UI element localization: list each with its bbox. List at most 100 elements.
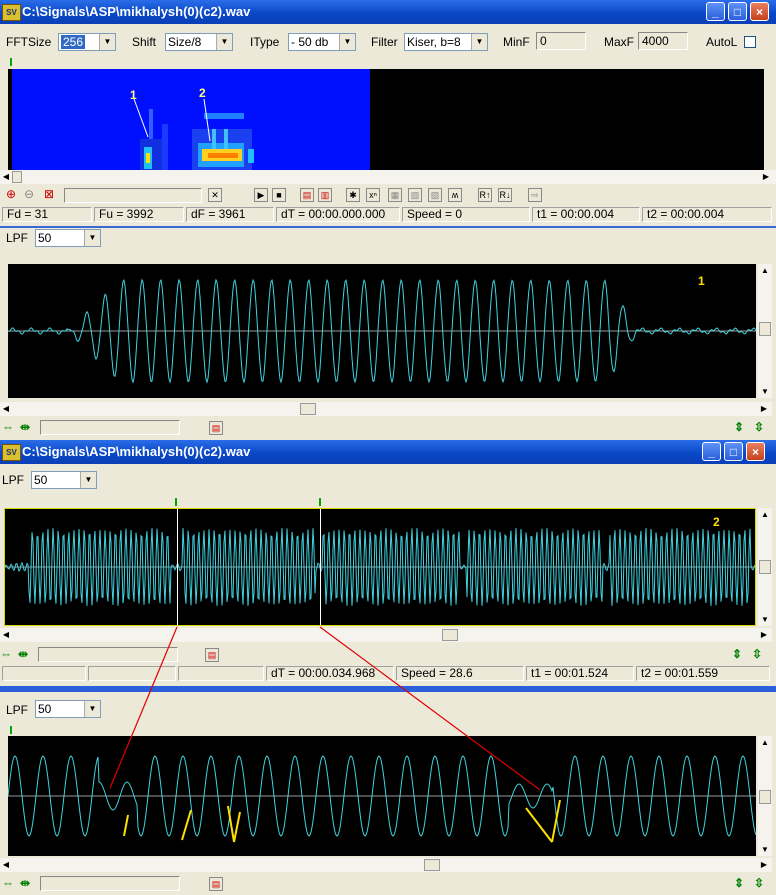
bars3-icon[interactable]: ▨ — [428, 188, 442, 202]
grid-icon[interactable]: ▤ — [209, 877, 223, 891]
chevron-down-icon[interactable]: ▼ — [471, 34, 487, 50]
waveform-scrollbar-2[interactable]: ◀ ▶ — [0, 628, 772, 642]
scroll-thumb[interactable] — [300, 403, 316, 415]
chevron-down-icon[interactable]: ▼ — [84, 701, 100, 717]
scroll-thumb[interactable] — [12, 171, 22, 183]
scroll-right-icon[interactable]: ▶ — [760, 170, 772, 183]
bars-icon[interactable]: ▦ — [388, 188, 402, 202]
scroll-right-icon[interactable]: ▶ — [758, 858, 770, 871]
filter-select[interactable]: Kiser, b=8 ▼ — [404, 33, 488, 51]
cursor-marker[interactable] — [10, 726, 12, 734]
lpf-select[interactable]: 50 ▼ — [35, 700, 101, 718]
lpf-label: LPF — [2, 473, 25, 487]
cursor-marker-t2[interactable] — [319, 498, 321, 506]
scroll-up-icon[interactable]: ▲ — [759, 736, 771, 749]
itype-select[interactable]: - 50 db ▼ — [288, 33, 356, 51]
shift-select[interactable]: Size/8 ▼ — [165, 33, 233, 51]
zoom-in-icon[interactable]: ⊕ — [4, 188, 18, 202]
vertical-scrollbar[interactable]: ▲ ▼ — [758, 264, 772, 398]
lpf-select[interactable]: 50 ▼ — [35, 229, 101, 247]
lpf-label: LPF — [6, 703, 29, 717]
r-down-icon[interactable]: R↓ — [498, 188, 512, 202]
itype-label: IType — [250, 35, 280, 49]
fftsize-select[interactable]: 256 ▼ — [58, 33, 116, 51]
lpf-select[interactable]: 50 ▼ — [31, 471, 97, 489]
minf-label: MinF — [503, 35, 530, 49]
waveform-plot-1[interactable]: 1 — [8, 264, 756, 398]
grid-alt-icon[interactable]: ▥ — [318, 188, 332, 202]
scroll-left-icon[interactable]: ◀ — [0, 402, 12, 415]
expand-horizontal-icon[interactable]: ⇔ — [0, 647, 12, 661]
scroll-up-icon[interactable]: ▲ — [759, 508, 771, 521]
title-bar[interactable]: SV C:\Signals\ASP\mikhalysh(0)(c2).wav _… — [0, 440, 776, 464]
bars2-icon[interactable]: ▧ — [408, 188, 422, 202]
scroll-thumb[interactable] — [424, 859, 440, 871]
maximize-button[interactable]: □ — [728, 2, 747, 21]
autol-checkbox[interactable] — [744, 36, 756, 48]
shrink-vertical-icon[interactable]: ⇳ — [754, 876, 764, 890]
expand-vertical-icon[interactable]: ⇕ — [734, 876, 744, 890]
vertical-scrollbar[interactable]: ▲ ▼ — [758, 508, 772, 626]
scroll-right-icon[interactable]: ▶ — [758, 628, 770, 641]
chevron-down-icon[interactable]: ▼ — [84, 230, 100, 246]
title-bar-partial[interactable] — [0, 686, 776, 692]
scroll-left-icon[interactable]: ◀ — [0, 858, 12, 871]
cursor-line-t2 — [320, 509, 321, 625]
vscroll-thumb[interactable] — [759, 322, 771, 336]
close-button[interactable]: × — [750, 2, 769, 21]
scroll-up-icon[interactable]: ▲ — [759, 264, 771, 277]
play-icon[interactable]: ▶ — [254, 188, 268, 202]
spectrogram-panel[interactable]: 1 2 ◀ ▶ — [0, 58, 776, 184]
status-dt: dT = 00:00.000.000 — [276, 207, 400, 222]
cursor-marker[interactable] — [10, 58, 12, 66]
chevron-down-icon[interactable]: ▼ — [99, 34, 115, 50]
scroll-down-icon[interactable]: ▼ — [759, 613, 771, 626]
scroll-down-icon[interactable]: ▼ — [759, 843, 771, 856]
cross-tool-icon[interactable]: ✕ — [208, 188, 222, 202]
grid-icon[interactable]: ▤ — [205, 648, 219, 662]
minf-input[interactable]: 0 — [536, 32, 586, 50]
maxf-input[interactable]: 4000 — [638, 32, 688, 50]
vscroll-thumb[interactable] — [759, 560, 771, 574]
vscroll-thumb[interactable] — [759, 790, 771, 804]
expand-vertical-icon[interactable]: ⇕ — [732, 647, 742, 661]
scroll-left-icon[interactable]: ◀ — [0, 628, 12, 641]
shrink-horizontal-icon[interactable]: ⇹ — [18, 647, 28, 661]
expand-vertical-icon[interactable]: ⇕ — [734, 420, 744, 434]
grid-icon[interactable]: ▤ — [209, 421, 223, 435]
export-icon[interactable]: ⇨ — [528, 188, 542, 202]
waveform-plot-2[interactable]: 2 — [4, 508, 756, 626]
shrink-horizontal-icon[interactable]: ⇹ — [20, 420, 30, 434]
waveform-scrollbar-3[interactable]: ◀ ▶ — [0, 858, 772, 872]
close-button[interactable]: × — [746, 442, 765, 461]
scroll-left-icon[interactable]: ◀ — [0, 170, 12, 183]
scroll-thumb[interactable] — [442, 629, 458, 641]
scroll-right-icon[interactable]: ▶ — [758, 402, 770, 415]
shrink-horizontal-icon[interactable]: ⇹ — [20, 876, 30, 890]
shrink-vertical-icon[interactable]: ⇳ — [752, 647, 762, 661]
minimize-button[interactable]: _ — [706, 2, 725, 21]
wave-icon[interactable]: ʍ — [448, 188, 462, 202]
zoom-reset-icon[interactable]: ⊠ — [42, 188, 56, 202]
waveform-plot-3[interactable] — [8, 736, 756, 856]
chevron-down-icon[interactable]: ▼ — [80, 472, 96, 488]
minimize-button[interactable]: _ — [702, 442, 721, 461]
vertical-scrollbar[interactable]: ▲ ▼ — [758, 736, 772, 856]
maximize-button[interactable]: □ — [724, 442, 743, 461]
title-bar[interactable]: SV C:\Signals\ASP\mikhalysh(0)(c2).wav _… — [0, 0, 776, 24]
chevron-down-icon[interactable]: ▼ — [216, 34, 232, 50]
zoom-out-icon[interactable]: ⊖ — [22, 188, 36, 202]
expand-horizontal-icon[interactable]: ⇔ — [2, 876, 14, 890]
scroll-down-icon[interactable]: ▼ — [759, 385, 771, 398]
power-icon[interactable]: xⁿ — [366, 188, 380, 202]
spectrogram-scrollbar[interactable]: ◀ ▶ — [0, 170, 776, 184]
waveform-scrollbar-1[interactable]: ◀ ▶ — [0, 402, 772, 416]
shrink-vertical-icon[interactable]: ⇳ — [754, 420, 764, 434]
star-icon[interactable]: ✱ — [346, 188, 360, 202]
chevron-down-icon[interactable]: ▼ — [339, 34, 355, 50]
stop-icon[interactable]: ■ — [272, 188, 286, 202]
cursor-marker-t1[interactable] — [175, 498, 177, 506]
r-up-icon[interactable]: R↑ — [478, 188, 492, 202]
grid-icon[interactable]: ▤ — [300, 188, 314, 202]
expand-horizontal-icon[interactable]: ⇔ — [2, 420, 14, 434]
